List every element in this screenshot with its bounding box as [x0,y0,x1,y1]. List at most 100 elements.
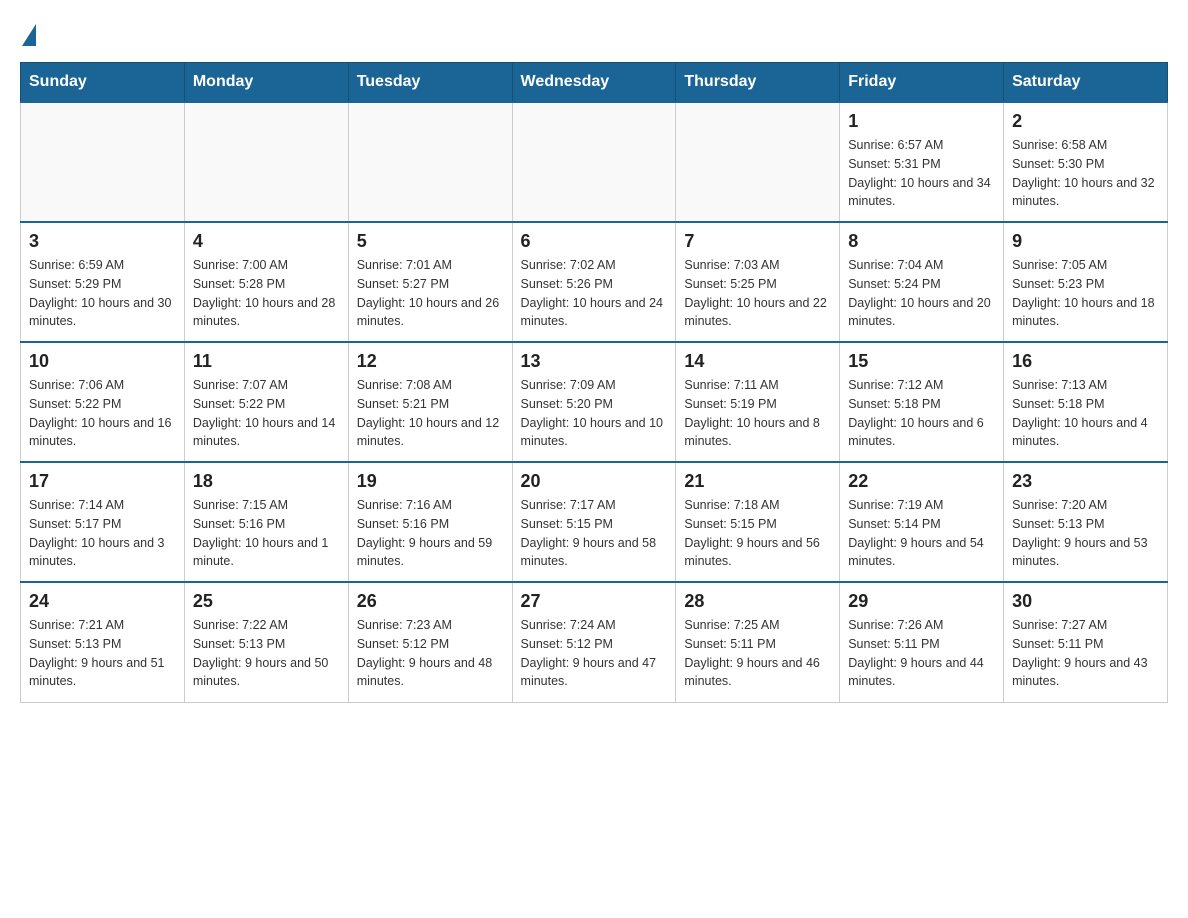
calendar-cell: 19Sunrise: 7:16 AM Sunset: 5:16 PM Dayli… [348,462,512,582]
header-tuesday: Tuesday [348,63,512,103]
day-info: Sunrise: 6:59 AM Sunset: 5:29 PM Dayligh… [29,256,176,331]
day-number: 26 [357,591,504,612]
calendar-cell: 24Sunrise: 7:21 AM Sunset: 5:13 PM Dayli… [21,582,185,702]
day-number: 14 [684,351,831,372]
day-info: Sunrise: 7:14 AM Sunset: 5:17 PM Dayligh… [29,496,176,571]
day-number: 12 [357,351,504,372]
day-info: Sunrise: 7:03 AM Sunset: 5:25 PM Dayligh… [684,256,831,331]
day-info: Sunrise: 7:02 AM Sunset: 5:26 PM Dayligh… [521,256,668,331]
calendar-cell: 18 Sunrise: 7:15 AM Sunset: 5:16 PM Dayli… [184,462,348,582]
day-number: 3 [29,231,176,252]
calendar-cell [348,102,512,222]
day-info: Sunrise: 7:13 AM Sunset: 5:18 PM Dayligh… [1012,376,1159,451]
day-info: Sunrise: 7:05 AM Sunset: 5:23 PM Dayligh… [1012,256,1159,331]
day-number: 18 [193,471,340,492]
calendar-cell: 9 Sunrise: 7:05 AM Sunset: 5:23 PM Daylig… [1004,222,1168,342]
calendar-header-row: SundayMondayTuesdayWednesdayThursdayFrid… [21,63,1168,103]
calendar-cell: 8Sunrise: 7:04 AM Sunset: 5:24 PM Daylig… [840,222,1004,342]
day-number: 24 [29,591,176,612]
day-info: Sunrise: 7:19 AM Sunset: 5:14 PM Dayligh… [848,496,995,571]
day-info: Sunrise: 7:20 AM Sunset: 5:13 PM Dayligh… [1012,496,1159,571]
calendar-cell [184,102,348,222]
calendar-cell: 1 Sunrise: 6:57 AM Sunset: 5:31 PM Daylig… [840,102,1004,222]
day-number: 20 [521,471,668,492]
calendar-cell: 14 Sunrise: 7:11 AM Sunset: 5:19 PM Dayli… [676,342,840,462]
calendar-cell: 10 Sunrise: 7:06 AM Sunset: 5:22 PM Dayli… [21,342,185,462]
day-info: Sunrise: 7:26 AM Sunset: 5:11 PM Dayligh… [848,616,995,691]
day-info: Sunrise: 7:18 AM Sunset: 5:15 PM Dayligh… [684,496,831,571]
calendar-cell: 27 Sunrise: 7:24 AM Sunset: 5:12 PM Dayli… [512,582,676,702]
day-number: 8 [848,231,995,252]
day-info: Sunrise: 7:08 AM Sunset: 5:21 PM Dayligh… [357,376,504,451]
day-info: Sunrise: 7:22 AM Sunset: 5:13 PM Dayligh… [193,616,340,691]
calendar-cell: 21 Sunrise: 7:18 AM Sunset: 5:15 PM Dayli… [676,462,840,582]
logo-triangle-icon [22,24,36,46]
calendar-cell: 5 Sunrise: 7:01 AM Sunset: 5:27 PM Daylig… [348,222,512,342]
calendar-week-row: 24Sunrise: 7:21 AM Sunset: 5:13 PM Dayli… [21,582,1168,702]
calendar-week-row: 17 Sunrise: 7:14 AM Sunset: 5:17 PM Dayli… [21,462,1168,582]
day-number: 28 [684,591,831,612]
calendar-cell: 12 Sunrise: 7:08 AM Sunset: 5:21 PM Dayli… [348,342,512,462]
day-info: Sunrise: 7:06 AM Sunset: 5:22 PM Dayligh… [29,376,176,451]
header-thursday: Thursday [676,63,840,103]
header-saturday: Saturday [1004,63,1168,103]
calendar-cell: 4 Sunrise: 7:00 AM Sunset: 5:28 PM Daylig… [184,222,348,342]
day-number: 21 [684,471,831,492]
calendar-cell: 29 Sunrise: 7:26 AM Sunset: 5:11 PM Dayli… [840,582,1004,702]
calendar-cell: 3 Sunrise: 6:59 AM Sunset: 5:29 PM Daylig… [21,222,185,342]
day-info: Sunrise: 7:01 AM Sunset: 5:27 PM Dayligh… [357,256,504,331]
calendar-cell: 26 Sunrise: 7:23 AM Sunset: 5:12 PM Dayli… [348,582,512,702]
day-number: 17 [29,471,176,492]
calendar-cell: 23Sunrise: 7:20 AM Sunset: 5:13 PM Dayli… [1004,462,1168,582]
day-number: 13 [521,351,668,372]
day-info: Sunrise: 7:24 AM Sunset: 5:12 PM Dayligh… [521,616,668,691]
day-number: 1 [848,111,995,132]
day-number: 29 [848,591,995,612]
day-info: Sunrise: 7:12 AM Sunset: 5:18 PM Dayligh… [848,376,995,451]
day-info: Sunrise: 6:58 AM Sunset: 5:30 PM Dayligh… [1012,136,1159,211]
calendar-cell: 28 Sunrise: 7:25 AM Sunset: 5:11 PM Dayli… [676,582,840,702]
day-info: Sunrise: 7:17 AM Sunset: 5:15 PM Dayligh… [521,496,668,571]
day-number: 27 [521,591,668,612]
calendar-cell [21,102,185,222]
day-number: 9 [1012,231,1159,252]
calendar-week-row: 1 Sunrise: 6:57 AM Sunset: 5:31 PM Daylig… [21,102,1168,222]
day-info: Sunrise: 7:16 AM Sunset: 5:16 PM Dayligh… [357,496,504,571]
day-info: Sunrise: 7:23 AM Sunset: 5:12 PM Dayligh… [357,616,504,691]
day-info: Sunrise: 7:11 AM Sunset: 5:19 PM Dayligh… [684,376,831,451]
calendar-cell: 11Sunrise: 7:07 AM Sunset: 5:22 PM Dayli… [184,342,348,462]
calendar-cell: 17 Sunrise: 7:14 AM Sunset: 5:17 PM Dayli… [21,462,185,582]
calendar-cell: 13 Sunrise: 7:09 AM Sunset: 5:20 PM Dayli… [512,342,676,462]
day-number: 25 [193,591,340,612]
calendar-cell: 2 Sunrise: 6:58 AM Sunset: 5:30 PM Daylig… [1004,102,1168,222]
day-info: Sunrise: 7:25 AM Sunset: 5:11 PM Dayligh… [684,616,831,691]
calendar-cell: 20 Sunrise: 7:17 AM Sunset: 5:15 PM Dayli… [512,462,676,582]
header-sunday: Sunday [21,63,185,103]
calendar-cell: 15 Sunrise: 7:12 AM Sunset: 5:18 PM Dayli… [840,342,1004,462]
page-header [20,20,1168,46]
day-number: 30 [1012,591,1159,612]
day-number: 2 [1012,111,1159,132]
header-wednesday: Wednesday [512,63,676,103]
day-info: Sunrise: 6:57 AM Sunset: 5:31 PM Dayligh… [848,136,995,211]
day-number: 4 [193,231,340,252]
day-number: 16 [1012,351,1159,372]
calendar-cell: 22Sunrise: 7:19 AM Sunset: 5:14 PM Dayli… [840,462,1004,582]
calendar-week-row: 10 Sunrise: 7:06 AM Sunset: 5:22 PM Dayli… [21,342,1168,462]
day-info: Sunrise: 7:07 AM Sunset: 5:22 PM Dayligh… [193,376,340,451]
day-info: Sunrise: 7:09 AM Sunset: 5:20 PM Dayligh… [521,376,668,451]
day-number: 5 [357,231,504,252]
day-number: 6 [521,231,668,252]
calendar-cell: 25 Sunrise: 7:22 AM Sunset: 5:13 PM Dayli… [184,582,348,702]
calendar-cell: 7 Sunrise: 7:03 AM Sunset: 5:25 PM Daylig… [676,222,840,342]
calendar-cell [676,102,840,222]
day-number: 10 [29,351,176,372]
day-number: 15 [848,351,995,372]
header-friday: Friday [840,63,1004,103]
logo [20,20,36,46]
calendar-table: SundayMondayTuesdayWednesdayThursdayFrid… [20,62,1168,703]
day-info: Sunrise: 7:27 AM Sunset: 5:11 PM Dayligh… [1012,616,1159,691]
day-info: Sunrise: 7:00 AM Sunset: 5:28 PM Dayligh… [193,256,340,331]
day-number: 7 [684,231,831,252]
day-info: Sunrise: 7:15 AM Sunset: 5:16 PM Dayligh… [193,496,340,571]
